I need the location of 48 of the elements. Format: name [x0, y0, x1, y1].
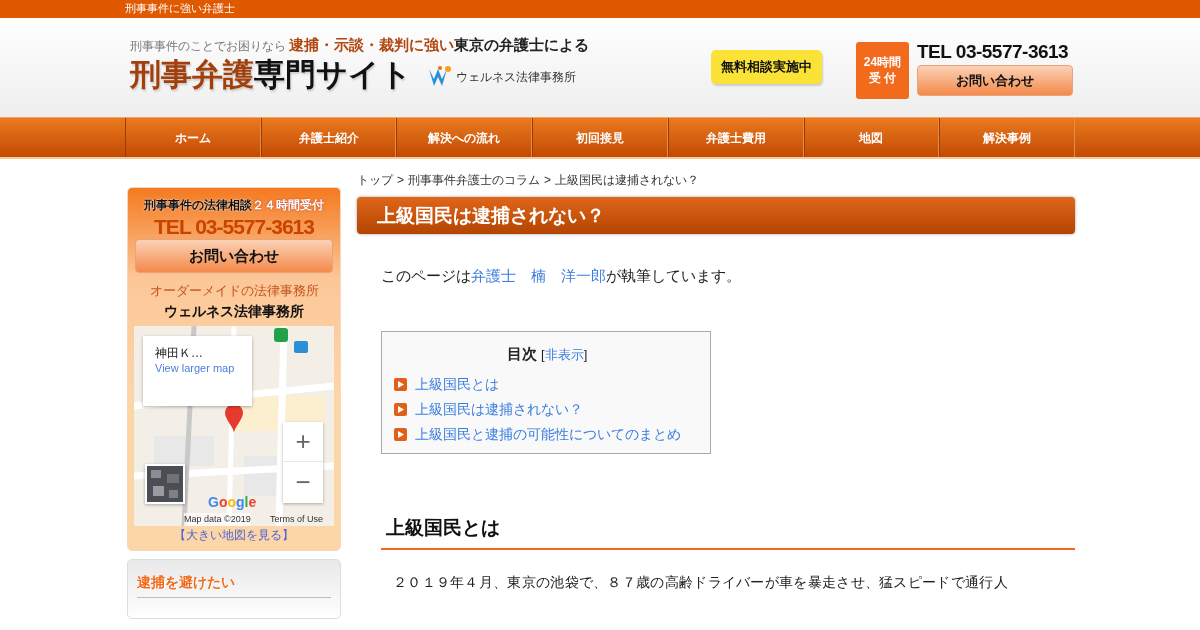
- phone-number: TEL 03-5577-3613: [917, 42, 1070, 61]
- consultation-heading: 刑事事件の法律相談２４時間受付: [144, 197, 324, 214]
- nav-item[interactable]: 弁護士紹介: [260, 118, 397, 157]
- bullet-icon: [394, 377, 407, 391]
- contact-button[interactable]: お問い合わせ: [135, 239, 333, 274]
- nav-item[interactable]: 解決への流れ: [396, 118, 533, 157]
- toc-link[interactable]: 上級国民とは: [415, 373, 499, 395]
- free-consultation-badge: 無料相談実施中: [711, 50, 822, 84]
- hours-badge: 24時間 受 付: [856, 42, 909, 99]
- zoom-out-button[interactable]: −: [283, 461, 323, 502]
- bracket: [: [541, 346, 545, 362]
- paragraph: ２０１９年４月、東京の池袋で、８７歳の高齢ドライバーが車を暴走させ、猛スピードで通行人: [392, 573, 1009, 592]
- firm-name: ウェルネス法律事務所: [164, 301, 304, 321]
- byline: このページは弁護士 楠 洋一郎が執筆しています。: [381, 266, 742, 286]
- nav-item[interactable]: ホーム: [125, 118, 261, 157]
- breadcrumb-separator: >: [544, 172, 552, 189]
- map-provider-logo: Google: [208, 492, 257, 512]
- larger-map-link[interactable]: 【大きい地図を見る】: [174, 525, 294, 544]
- page-title: 上級国民は逮捕されない？: [357, 197, 1075, 234]
- author-link[interactable]: 弁護士 楠 洋一郎: [471, 267, 606, 284]
- nav-item[interactable]: 解決事例: [939, 118, 1076, 157]
- breadcrumb-link[interactable]: 刑事事件弁護士のコラム: [408, 171, 540, 189]
- sidebar-heading: 逮捕を避けたい: [137, 571, 331, 598]
- site-title: 刑事弁護専門サイト: [130, 56, 412, 93]
- nav-item[interactable]: 初回接見: [532, 118, 668, 157]
- section-heading: 上級国民とは: [381, 513, 1075, 550]
- firm-name: ウェルネス法律事務所: [456, 69, 576, 87]
- breadcrumb-current: 上級国民は逮捕されない？: [555, 172, 700, 189]
- terms-link[interactable]: Terms of Use: [270, 512, 323, 526]
- bracket: ]: [583, 346, 588, 362]
- toc-title: 目次: [506, 344, 537, 362]
- toc-link[interactable]: 上級国民は逮捕されない？: [415, 398, 583, 420]
- view-larger-map-link[interactable]: View larger map: [155, 361, 240, 375]
- site-label: 刑事事件に強い弁護士: [125, 1, 235, 15]
- zoom-in-button[interactable]: +: [283, 421, 323, 462]
- toc-link[interactable]: 上級国民と逮捕の可能性についてのまとめ: [415, 423, 681, 445]
- contact-button[interactable]: お問い合わせ: [917, 65, 1073, 96]
- nav-item[interactable]: 弁護士費用: [667, 118, 804, 157]
- tagline: オーダーメイドの法律事務所: [149, 282, 319, 301]
- satellite-view-button[interactable]: [145, 463, 185, 504]
- bullet-icon: [394, 427, 407, 441]
- tagline: 刑事事件のことでお困りなら 逮捕・示談・裁判に強い東京の弁護士による: [130, 36, 589, 55]
- nav-item[interactable]: 地図: [803, 118, 940, 157]
- bullet-icon: [394, 402, 407, 416]
- map-place-title: 神田Ｋ…: [155, 344, 204, 362]
- breadcrumb-separator: >: [397, 172, 404, 189]
- phone-number: TEL 03-5577-3613: [154, 214, 314, 240]
- breadcrumb-link[interactable]: トップ: [357, 171, 393, 189]
